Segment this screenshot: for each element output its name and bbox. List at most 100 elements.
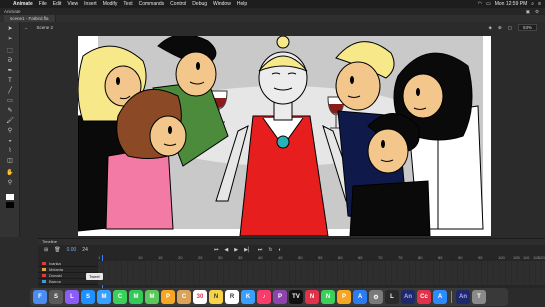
free-transform-tool-icon[interactable]: ⬚ <box>5 48 15 55</box>
lightroom-icon[interactable]: L <box>385 290 399 304</box>
pen-tool-icon[interactable]: ✒ <box>5 68 15 75</box>
messages-icon[interactable]: M <box>129 290 143 304</box>
menu-view[interactable]: View <box>64 0 81 8</box>
hand-tool-icon[interactable]: ✋ <box>5 170 15 177</box>
paint-bucket-tool-icon[interactable]: ◒ <box>5 138 15 145</box>
first-frame-icon[interactable]: ⏮ <box>214 247 219 253</box>
workspace-icon[interactable]: ▣ <box>526 8 530 15</box>
ruler-tick: 110 <box>523 255 530 260</box>
ruler-tick: 1 <box>98 255 101 260</box>
selection-tool-icon[interactable]: ➤ <box>5 26 15 33</box>
animate-2-icon[interactable]: An <box>456 290 470 304</box>
news-icon[interactable]: N <box>305 290 319 304</box>
facetime-icon[interactable]: C <box>113 290 127 304</box>
layer-name[interactable]: Barron <box>49 279 61 285</box>
menu-commands[interactable]: Commands <box>136 0 168 8</box>
menu-debug[interactable]: Debug <box>189 0 210 8</box>
podcasts-icon[interactable]: P <box>273 290 287 304</box>
battery-icon[interactable]: ▭ <box>486 0 491 8</box>
loop-icon[interactable]: ↻ <box>268 247 272 253</box>
menu-window[interactable]: Window <box>210 0 234 8</box>
scene-bar: ← Scene 2 ◈ ⊕ ▢ 53% <box>20 22 545 33</box>
photos-icon[interactable]: P <box>161 290 175 304</box>
line-tool-icon[interactable]: ╱ <box>5 88 15 95</box>
ruler-tick: 15 <box>158 255 163 260</box>
playback-controls: ⏮ ◀ ▶ ▶▏ ⏭ ↻ ◐ <box>214 247 282 253</box>
clock[interactable]: Mon 12:59 PM <box>495 0 528 8</box>
trash-icon[interactable]: T <box>472 290 486 304</box>
launchpad-icon[interactable]: L <box>65 290 79 304</box>
lasso-tool-icon[interactable]: ᘐ <box>5 58 15 65</box>
settings-icon[interactable]: ⚙ <box>535 8 539 15</box>
numbers-icon[interactable]: N <box>321 290 335 304</box>
menu-edit[interactable]: Edit <box>50 0 65 8</box>
menu-control[interactable]: Control <box>167 0 189 8</box>
current-frame-readout[interactable]: 0.00 <box>67 247 77 253</box>
document-tab[interactable]: scene1 - Fatbird.fla <box>4 15 56 22</box>
app-store-icon[interactable]: A <box>353 290 367 304</box>
ruler-tick: 80 <box>418 255 423 260</box>
center-stage-icon[interactable]: ⊕ <box>498 25 502 31</box>
tv-icon[interactable]: TV <box>289 290 303 304</box>
fill-color-swatch[interactable] <box>6 202 14 208</box>
scene-label[interactable]: Scene 2 <box>37 25 54 30</box>
frame-grid[interactable] <box>98 261 545 285</box>
add-layer-icon[interactable]: ⊞ <box>44 247 48 253</box>
ruler-tick: 45 <box>278 255 283 260</box>
menu-help[interactable]: Help <box>234 0 250 8</box>
keynote-icon[interactable]: K <box>241 290 255 304</box>
delete-layer-icon[interactable]: 🗑 <box>54 247 60 253</box>
edit-symbols-icon[interactable]: ◈ <box>488 25 491 31</box>
animate-icon[interactable]: An <box>401 290 415 304</box>
mail-icon[interactable]: M <box>97 290 111 304</box>
notes-icon[interactable]: N <box>209 290 223 304</box>
brush-tool-icon[interactable]: 🖌 <box>5 118 15 125</box>
text-tool-icon[interactable]: T <box>5 78 15 85</box>
menu-insert[interactable]: Insert <box>81 0 100 8</box>
siri-icon[interactable]: S <box>49 290 63 304</box>
last-frame-icon[interactable]: ⏭ <box>258 247 263 253</box>
next-frame-icon[interactable]: ▶▏ <box>244 247 252 253</box>
layer-color-swatch <box>42 268 46 271</box>
music-icon[interactable]: ♪ <box>257 290 271 304</box>
ruler-tick: 30 <box>218 255 223 260</box>
play-icon[interactable]: ▶ <box>234 247 238 253</box>
reminders-icon[interactable]: R <box>225 290 239 304</box>
app-title-bar: Animate ▣ ⚙ <box>0 8 545 15</box>
safari-icon[interactable]: S <box>81 290 95 304</box>
finder-icon[interactable]: F <box>33 290 47 304</box>
prev-frame-icon[interactable]: ◀ <box>224 247 228 253</box>
dock-separator <box>451 291 452 303</box>
ruler-tick: 60 <box>338 255 343 260</box>
rectangle-tool-icon[interactable]: ▭ <box>5 98 15 105</box>
eraser-tool-icon[interactable]: ◫ <box>5 158 15 165</box>
subselection-tool-icon[interactable]: ➢ <box>5 36 15 43</box>
app-store-2-icon[interactable]: A <box>433 290 447 304</box>
menu-modify[interactable]: Modify <box>100 0 121 8</box>
menu-file[interactable]: File <box>36 0 50 8</box>
ruler-tick: 40 <box>258 255 263 260</box>
fps-readout[interactable]: 24 <box>82 247 88 253</box>
contacts-icon[interactable]: C <box>177 290 191 304</box>
bone-tool-icon[interactable]: ⚲ <box>5 128 15 135</box>
system-preferences-icon[interactable]: ⚙ <box>369 290 383 304</box>
pencil-tool-icon[interactable]: ✎ <box>5 108 15 115</box>
pages-icon[interactable]: P <box>337 290 351 304</box>
search-icon[interactable]: ⌕ <box>531 0 534 8</box>
stroke-color-swatch[interactable] <box>6 194 14 200</box>
clip-icon[interactable]: ▢ <box>508 25 512 31</box>
eyedropper-tool-icon[interactable]: ⌇ <box>5 148 15 155</box>
menu-text[interactable]: Text <box>120 0 135 8</box>
back-arrow-icon[interactable]: ← <box>24 25 29 30</box>
creative-cloud-icon[interactable]: Cc <box>417 290 431 304</box>
menu-app-name[interactable]: Animate <box>10 0 36 8</box>
stage-canvas[interactable] <box>78 36 491 236</box>
calendar-icon[interactable]: 30 <box>193 290 207 304</box>
list-icon[interactable]: ≡ <box>538 0 541 8</box>
wifi-icon[interactable]: ◠ <box>478 0 482 8</box>
stage-artwork <box>78 36 491 236</box>
zoom-select[interactable]: 53% <box>517 24 537 31</box>
maps-icon[interactable]: M <box>145 290 159 304</box>
zoom-tool-icon[interactable]: ⚲ <box>5 180 15 187</box>
onion-skin-icon[interactable]: ◐ <box>279 247 282 253</box>
